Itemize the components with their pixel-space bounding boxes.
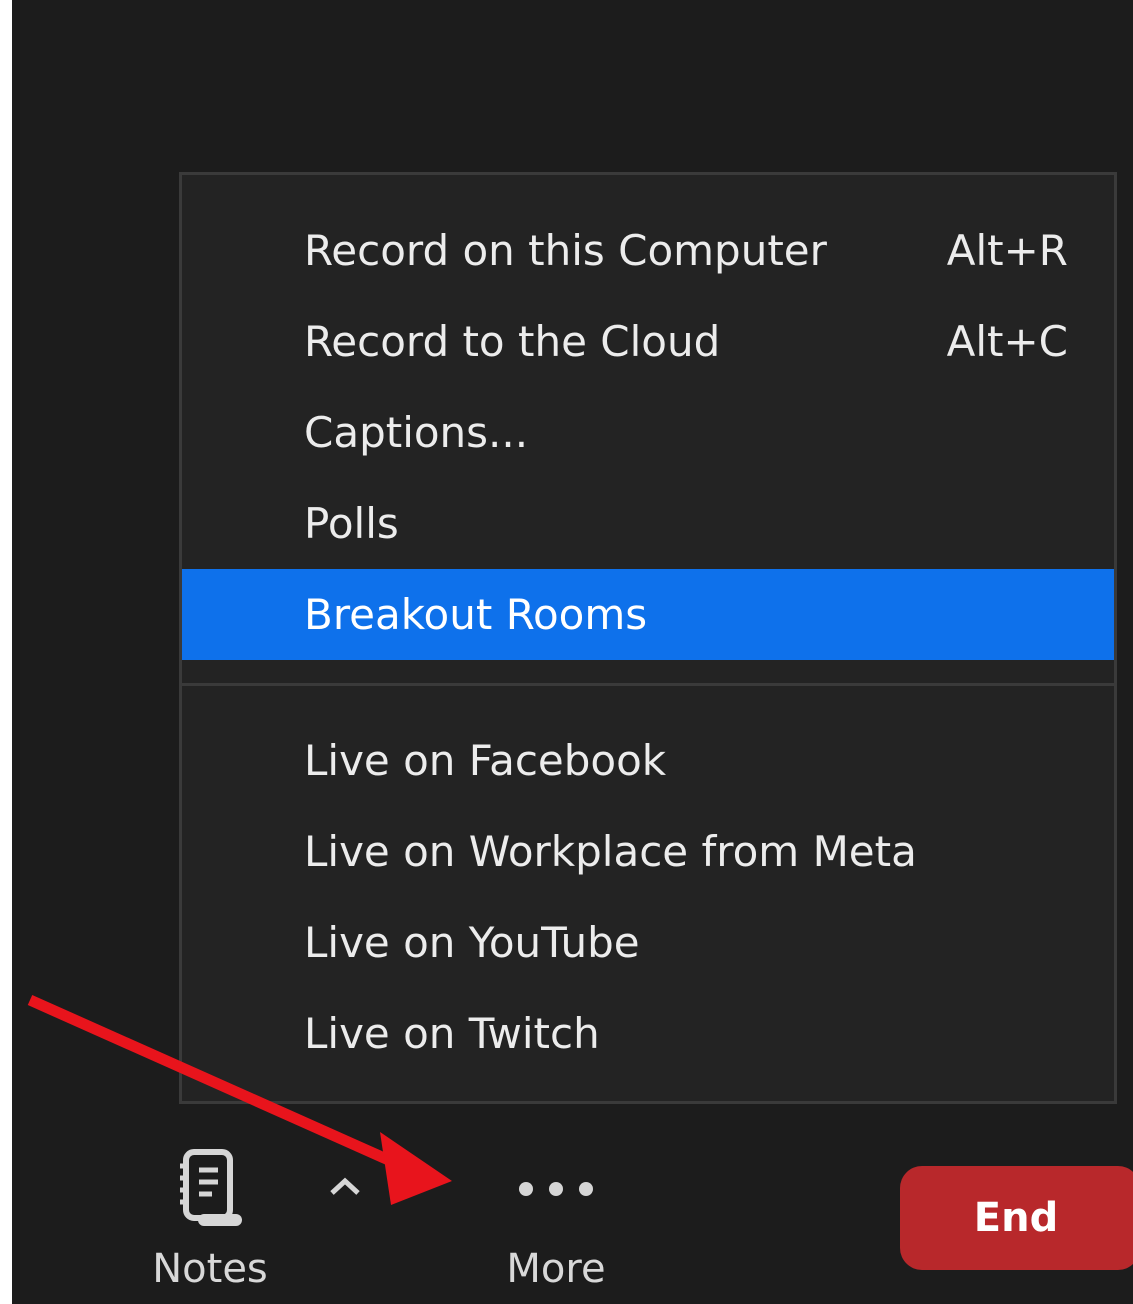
menu-item-label: Record to the Cloud	[304, 317, 721, 366]
menu-item-live-workplace[interactable]: Live on Workplace from Meta	[182, 806, 1114, 897]
menu-item-label: Breakout Rooms	[304, 590, 648, 639]
notes-options-button[interactable]	[320, 1166, 370, 1206]
menu-item-label: Live on YouTube	[304, 918, 640, 967]
menu-item-captions[interactable]: Captions...	[182, 387, 1114, 478]
menu-item-label: Captions...	[304, 408, 529, 457]
menu-item-breakout-rooms[interactable]: Breakout Rooms	[182, 569, 1114, 660]
more-label: More	[506, 1246, 606, 1292]
more-menu: Record on this Computer Alt+R Record to …	[179, 172, 1117, 1104]
menu-item-record-cloud[interactable]: Record to the Cloud Alt+C	[182, 296, 1114, 387]
menu-item-label: Live on Twitch	[304, 1009, 600, 1058]
menu-item-shortcut: Alt+C	[946, 317, 1068, 366]
menu-item-polls[interactable]: Polls	[182, 478, 1114, 569]
menu-item-live-twitch[interactable]: Live on Twitch	[182, 988, 1114, 1079]
ellipsis-icon	[519, 1182, 593, 1196]
menu-item-live-youtube[interactable]: Live on YouTube	[182, 897, 1114, 988]
notes-label: Notes	[152, 1246, 268, 1292]
menu-item-label: Live on Workplace from Meta	[304, 827, 917, 876]
more-button[interactable]: More	[486, 1160, 626, 1304]
menu-item-label: Record on this Computer	[304, 226, 827, 275]
menu-item-label: Live on Facebook	[304, 736, 667, 785]
menu-item-record-computer[interactable]: Record on this Computer Alt+R	[182, 205, 1114, 296]
chevron-up-icon	[330, 1177, 360, 1195]
menu-item-shortcut: Alt+R	[946, 226, 1068, 275]
notes-button[interactable]: Notes	[150, 1140, 270, 1304]
menu-separator	[182, 683, 1114, 686]
end-meeting-button[interactable]: End	[900, 1166, 1133, 1270]
notebook-icon	[180, 1149, 242, 1226]
menu-item-live-facebook[interactable]: Live on Facebook	[182, 715, 1114, 806]
menu-item-label: Polls	[304, 499, 399, 548]
end-button-label: End	[973, 1195, 1059, 1241]
